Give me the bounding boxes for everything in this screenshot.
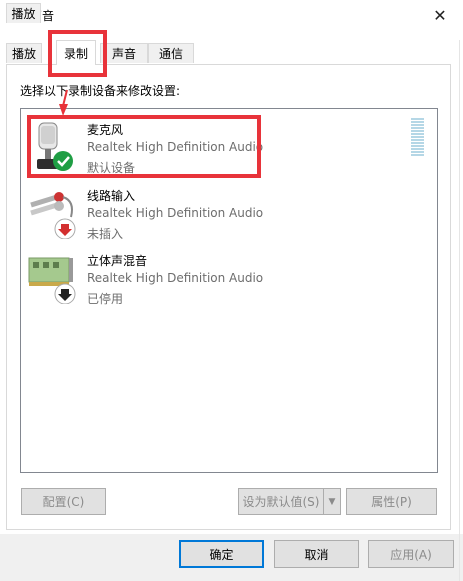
annotation-arrow — [59, 89, 68, 116]
list-item-line-in[interactable]: 线路输入 Realtek High Definition Audio 未插入 — [21, 181, 421, 241]
list-item-stereo-mix[interactable]: 立体声混音 Realtek High Definition Audio 已停用 — [21, 246, 421, 306]
microphone-icon — [37, 122, 73, 171]
close-icon: ✕ — [433, 5, 447, 25]
device-name: 立体声混音 — [87, 254, 148, 268]
set-default-dropdown[interactable]: ▼ — [323, 488, 341, 515]
cancel-button[interactable]: 取消 — [274, 540, 359, 568]
device-driver: Realtek High Definition Audio — [87, 206, 264, 220]
ok-button[interactable]: 确定 — [179, 540, 264, 568]
tab-playback-strip[interactable]: 播放 — [6, 43, 42, 63]
configure-button[interactable]: 配置(C) — [21, 488, 106, 515]
chevron-down-icon: ▼ — [328, 496, 336, 507]
window-edge — [459, 40, 460, 581]
set-default-button[interactable]: 设为默认值(S) — [238, 488, 324, 515]
tab-playback[interactable]: 播放 — [6, 3, 41, 23]
line-in-cable-icon — [30, 192, 76, 239]
properties-button[interactable]: 属性(P) — [346, 488, 437, 515]
device-status: 默认设备 — [87, 161, 136, 175]
device-status: 未插入 — [87, 227, 124, 241]
level-meter — [411, 118, 424, 156]
device-list[interactable]: 麦克风 Realtek High Definition Audio 默认设备 线… — [20, 108, 438, 473]
instruction-text: 选择以下录制设备来修改设置: — [20, 84, 181, 98]
sound-card-icon — [28, 257, 76, 304]
close-button[interactable]: ✕ — [417, 0, 463, 30]
apply-button[interactable]: 应用(A) — [368, 540, 454, 568]
device-name: 麦克风 — [87, 123, 124, 137]
list-item-microphone[interactable]: 麦克风 Realtek High Definition Audio 默认设备 — [21, 115, 421, 175]
tab-sounds[interactable]: 声音 — [100, 43, 148, 63]
title-bar: 声音 ✕ — [0, 0, 463, 30]
default-check-badge-icon — [53, 151, 73, 171]
tab-communications[interactable]: 通信 — [148, 43, 194, 63]
device-status: 已停用 — [87, 292, 124, 306]
device-driver: Realtek High Definition Audio — [87, 140, 264, 154]
device-name: 线路输入 — [87, 189, 136, 203]
device-driver: Realtek High Definition Audio — [87, 271, 264, 285]
tab-recording[interactable]: 录制 — [56, 40, 96, 65]
